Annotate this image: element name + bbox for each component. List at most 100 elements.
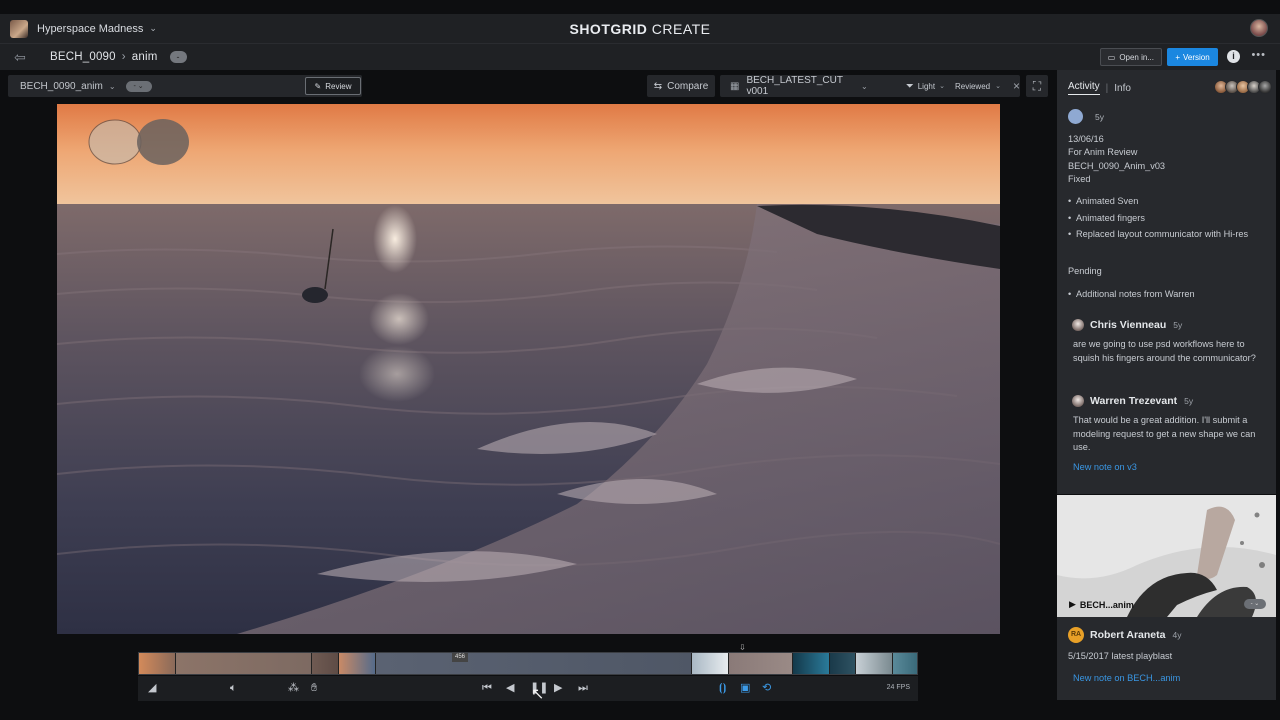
status-pill[interactable]: - ⌄	[1244, 599, 1266, 609]
note-date: 13/06/16	[1068, 134, 1104, 144]
filter-status[interactable]: Reviewed	[955, 82, 990, 91]
comment-header: Warren Trezevant 5y	[1072, 395, 1193, 407]
playlist-selector[interactable]: ▦ BECH_LATEST_CUT v001 ⌄ ⏷ Light ⌄ Revie…	[720, 75, 1020, 97]
card-age: 4y	[1172, 630, 1182, 640]
avatar	[1068, 109, 1083, 124]
new-note-link[interactable]: New note on v3	[1073, 462, 1137, 472]
hand-icon[interactable]: ✋︎	[311, 682, 317, 695]
play-icon[interactable]: ▶	[1069, 599, 1076, 610]
fps-readout: 24 FPS	[886, 684, 910, 691]
list-item: Replaced layout communicator with Hi-res	[1068, 228, 1262, 242]
fullscreen-icon[interactable]: ⛶	[1026, 75, 1048, 97]
open-in-button[interactable]: ▭ Open in...	[1099, 48, 1162, 66]
user-avatar[interactable]	[1250, 19, 1268, 37]
timeline-clip[interactable]	[729, 653, 793, 674]
card-author-header: RA Robert Araneta 4y	[1068, 627, 1181, 643]
viewer-toolbar: BECH_0090_anim ⌄ - ⌄ ✎ Review ⇆ Compare …	[0, 70, 1055, 102]
breadcrumb-shot[interactable]: BECH_0090	[50, 51, 116, 63]
media-viewer[interactable]	[57, 104, 1000, 634]
volume-icon[interactable]: 🔈︎	[230, 682, 237, 695]
list-item: Animated fingers	[1068, 212, 1262, 226]
filter-light[interactable]: Light	[918, 82, 935, 91]
note-line: BECH_0090_Anim_v03	[1068, 161, 1166, 171]
status-badge[interactable]: -	[169, 51, 187, 63]
chevron-down-icon[interactable]: ⌄	[149, 23, 157, 34]
list-item: Additional notes from Warren	[1068, 288, 1262, 302]
timeline-clip[interactable]	[312, 653, 339, 674]
tab-activity[interactable]: Activity	[1068, 81, 1100, 95]
chevron-down-icon: ⌄	[108, 81, 116, 91]
card-description: 5/15/2017 latest playblast	[1068, 651, 1173, 661]
filter-icon[interactable]: ⏷	[906, 81, 914, 92]
avatar	[1072, 395, 1084, 407]
comment-age: 5y	[1184, 396, 1194, 406]
skip-end-icon[interactable]: ⏭︎	[578, 682, 588, 695]
add-version-button[interactable]: + Version	[1167, 48, 1218, 66]
share-icon[interactable]: ⁂	[288, 682, 299, 695]
comment-body: That would be a great addition. I'll sub…	[1073, 415, 1256, 452]
timeline-clip[interactable]	[692, 653, 729, 674]
note-age: 5y	[1095, 111, 1104, 122]
note-line: Fixed	[1068, 174, 1091, 184]
avatar: RA	[1068, 627, 1084, 643]
chevron-down-icon: ⌄	[861, 81, 868, 91]
close-icon[interactable]: ×	[1013, 79, 1020, 93]
timeline-clip[interactable]	[856, 653, 893, 674]
loop-icon[interactable]: ⟲	[762, 682, 771, 695]
ocean-sunset-frame	[57, 104, 1000, 634]
step-forward-icon[interactable]: ▶	[554, 682, 562, 695]
new-note-link[interactable]: New note on BECH...anim	[1073, 673, 1180, 683]
rss-feed-icon[interactable]: ◢	[148, 682, 156, 695]
more-options-icon[interactable]: •••	[1251, 49, 1266, 61]
timeline-clip[interactable]	[139, 653, 176, 674]
note-header: 5y	[1068, 109, 1104, 124]
timeline-clip[interactable]	[176, 653, 312, 674]
tab-info[interactable]: Info	[1114, 83, 1131, 94]
avatar	[1072, 319, 1084, 331]
comment-author[interactable]: Chris Vienneau	[1090, 319, 1166, 331]
plus-icon: +	[1175, 52, 1180, 62]
transport-controls: ◢ 🔈︎ ⁂ ✋︎ ⏮︎ ◀ ❚❚ ▶ ⏭︎ ⦗⦘ ▣ ⟲ 24 FPS	[138, 676, 918, 701]
info-icon[interactable]: i	[1227, 50, 1240, 63]
timeline-strip[interactable]: 456	[138, 652, 918, 675]
list-item: Animated Sven	[1068, 195, 1262, 209]
chevron-down-icon: ⌄	[995, 83, 1001, 90]
version-card[interactable]: ▶ BECH...anim - ⌄ RA Robert Araneta 4y 5…	[1057, 495, 1276, 700]
breadcrumb: BECH_0090 › anim	[50, 51, 158, 63]
top-bar: Hyperspace Madness ⌄ SHOTGRID CREATE	[0, 14, 1280, 43]
timeline-clip[interactable]	[830, 653, 856, 674]
breadcrumb-task[interactable]: anim	[132, 51, 158, 63]
app-title: SHOTGRID CREATE	[569, 20, 711, 37]
breadcrumb-bar: ⇦ BECH_0090 › anim - ▭ Open in... + Versio…	[0, 43, 1280, 70]
review-button[interactable]: ✎ Review	[305, 77, 361, 95]
timeline-clip[interactable]	[339, 653, 376, 674]
participant-avatars[interactable]	[1214, 80, 1272, 94]
in-out-icon[interactable]: ⦗⦘	[719, 682, 726, 695]
tab-separator: |	[1105, 82, 1109, 94]
step-back-icon[interactable]: ◀	[506, 682, 514, 695]
timeline-clip[interactable]	[893, 653, 917, 674]
thumbnail-caption[interactable]: ▶ BECH...anim	[1069, 599, 1134, 610]
project-avatar[interactable]	[10, 19, 28, 38]
comment-body: are we going to use psd workflows here t…	[1073, 339, 1256, 363]
panel-tabs: Activity | Info	[1068, 81, 1131, 95]
comment-age: 5y	[1173, 320, 1183, 330]
status-pill[interactable]: - ⌄	[125, 80, 152, 92]
film-strip-icon: ▦	[730, 80, 740, 92]
card-author[interactable]: Robert Araneta	[1090, 629, 1165, 641]
chevron-down-icon: ⌄	[939, 83, 945, 90]
timeline-clip[interactable]	[793, 653, 830, 674]
timeline-clip[interactable]	[376, 653, 692, 674]
project-name[interactable]: Hyperspace Madness	[37, 23, 143, 35]
compare-button[interactable]: ⇆ Compare	[647, 75, 715, 97]
playlist-name: BECH_LATEST_CUT v001	[746, 75, 843, 97]
comment-header: Chris Vienneau 5y	[1072, 319, 1182, 331]
version-thumbnail[interactable]: ▶ BECH...anim - ⌄	[1057, 495, 1276, 617]
frame-icon[interactable]: ▣	[740, 682, 750, 695]
playhead-marker-icon[interactable]: ⇩	[739, 644, 746, 652]
comment-author[interactable]: Warren Trezevant	[1090, 395, 1177, 407]
skip-start-icon[interactable]: ⏮︎	[482, 682, 492, 695]
pencil-icon: ✎	[314, 81, 322, 91]
avatar	[1258, 80, 1272, 94]
back-arrow-icon[interactable]: ⇦	[14, 49, 30, 66]
